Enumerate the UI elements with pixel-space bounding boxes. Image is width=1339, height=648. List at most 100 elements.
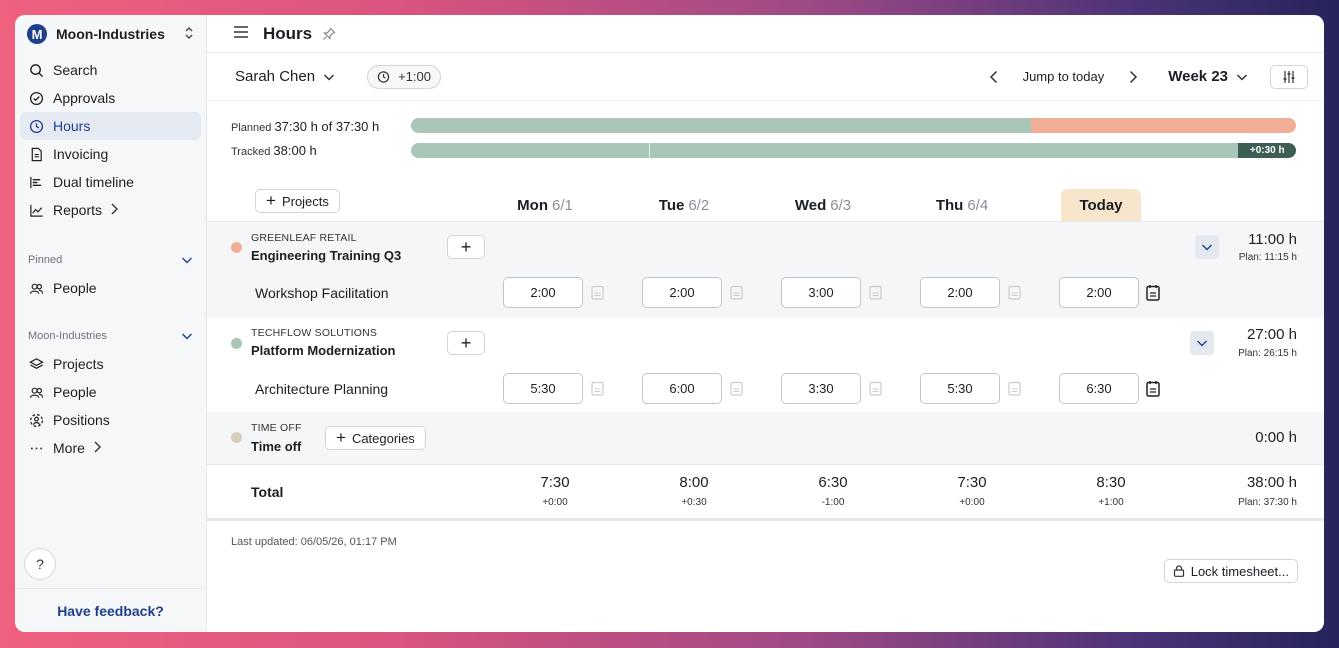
top-bar: Hours <box>207 15 1324 53</box>
hours-cell-today[interactable]: 2:00 <box>1059 277 1139 308</box>
section-title: Pinned <box>28 254 63 266</box>
project-plan-hours: Plan: 26:15 h <box>1238 348 1297 359</box>
diff-today: +1:00 <box>1098 497 1124 508</box>
hours-cell-mon[interactable]: 5:30 <box>503 373 583 404</box>
layers-icon <box>28 356 44 372</box>
planned-bar <box>411 118 1296 133</box>
project-block-greenleaf: GREENLEAF RETAIL Engineering Training Q3… <box>207 222 1324 317</box>
week-selector[interactable]: Week 23 <box>1168 68 1248 85</box>
pinned-section: Pinned People <box>15 250 206 302</box>
page-title: Hours <box>263 23 313 43</box>
project-name: Platform Modernization <box>251 343 396 358</box>
note-icon[interactable] <box>1008 381 1021 396</box>
sidebar-item-label: More <box>53 440 85 456</box>
chevron-updown-icon <box>184 26 194 42</box>
day-header-today: Today <box>1061 189 1141 221</box>
sidebar-item-label: Approvals <box>53 90 116 106</box>
sidebar-item-approvals[interactable]: Approvals <box>20 84 201 112</box>
clock-icon <box>28 118 44 134</box>
note-icon[interactable] <box>591 381 604 396</box>
planned-bar-fill <box>411 118 1031 133</box>
collapse-project-button[interactable] <box>1195 235 1219 259</box>
sidebar-item-dual-timeline[interactable]: Dual timeline <box>20 168 201 196</box>
plus-icon: + <box>336 428 346 447</box>
sidebar-item-hours[interactable]: Hours <box>20 112 201 140</box>
toolbar: Sarah Chen +1:00 Jump to today Week 23 <box>207 53 1324 101</box>
week-navigation: Jump to today Week 23 <box>987 64 1308 89</box>
planned-label: Planned <box>231 122 272 134</box>
chevron-right-icon <box>93 441 101 456</box>
day-name: Thu <box>935 196 964 214</box>
tracked-bar: +0:30 h <box>411 143 1296 158</box>
add-task-button[interactable]: + <box>447 331 485 355</box>
diff-thu: +0:00 <box>959 497 985 508</box>
day-date: 6/1 <box>551 196 573 214</box>
sidebar-item-pinned-people[interactable]: People <box>20 274 201 302</box>
divider <box>207 464 1324 465</box>
hours-cell-mon[interactable]: 2:00 <box>503 277 583 308</box>
note-icon[interactable] <box>869 285 882 300</box>
positions-icon <box>28 412 44 428</box>
day-header-wed: Wed 6/3 <box>783 189 863 221</box>
total-thu: 7:30 <box>957 474 987 491</box>
timeline-icon <box>28 174 44 190</box>
hours-cell-tue[interactable]: 2:00 <box>642 277 722 308</box>
search-icon <box>28 62 44 78</box>
sidebar: M Moon-Industries Search Approvals Hours… <box>15 15 207 632</box>
lock-timesheet-label: Lock timesheet... <box>1190 563 1289 579</box>
note-icon[interactable] <box>1146 284 1160 301</box>
grand-total: 38:00 h <box>1246 474 1297 491</box>
org-section-header[interactable]: Moon-Industries <box>15 326 206 346</box>
note-icon[interactable] <box>1008 285 1021 300</box>
user-selector[interactable]: Sarah Chen <box>235 68 335 85</box>
tracked-row: Tracked 38:00 h <box>231 143 317 158</box>
hours-cell-wed[interactable]: 3:00 <box>781 277 861 308</box>
plus-icon: + <box>460 236 472 257</box>
note-icon[interactable] <box>730 285 743 300</box>
add-task-button[interactable]: + <box>447 235 485 259</box>
diff-wed: -1:00 <box>821 497 845 508</box>
menu-icon[interactable] <box>233 25 249 42</box>
workspace-logo: M <box>27 24 47 44</box>
feedback-link[interactable]: Have feedback? <box>15 588 206 632</box>
project-total-hours: 11:00 h <box>1248 231 1297 248</box>
pin-icon[interactable] <box>322 26 336 41</box>
sidebar-item-people[interactable]: People <box>20 378 201 406</box>
total-wed: 6:30 <box>818 474 848 491</box>
hours-cell-thu[interactable]: 2:00 <box>920 277 1000 308</box>
help-button[interactable]: ? <box>24 548 56 580</box>
hours-cell-tue[interactable]: 6:00 <box>642 373 722 404</box>
lock-timesheet-button[interactable]: Lock timesheet... <box>1163 559 1298 583</box>
hours-cell-wed[interactable]: 3:30 <box>781 373 861 404</box>
time-offset-pill[interactable]: +1:00 <box>367 64 441 89</box>
sidebar-item-more[interactable]: More <box>20 434 201 462</box>
client-name: GREENLEAF RETAIL <box>251 232 357 244</box>
jump-to-today-button[interactable]: Jump to today <box>1023 69 1105 84</box>
tracked-bar-fill <box>411 143 1239 158</box>
total-today: 8:30 <box>1096 474 1126 491</box>
next-week-icon[interactable] <box>1126 70 1140 84</box>
collapse-project-button[interactable] <box>1190 331 1214 355</box>
hours-cell-today[interactable]: 6:30 <box>1059 373 1139 404</box>
day-header-mon: Mon 6/1 <box>505 189 585 221</box>
sidebar-item-projects[interactable]: Projects <box>20 350 201 378</box>
pinned-section-header[interactable]: Pinned <box>15 250 206 270</box>
add-categories-label: Categories <box>351 430 415 446</box>
hours-cell-thu[interactable]: 5:30 <box>920 373 1000 404</box>
note-icon[interactable] <box>869 381 882 396</box>
note-icon[interactable] <box>1146 380 1160 397</box>
note-icon[interactable] <box>730 381 743 396</box>
workspace-switcher[interactable]: M Moon-Industries <box>15 15 206 53</box>
add-categories-button[interactable]: + Categories <box>325 426 426 450</box>
sidebar-item-reports[interactable]: Reports <box>20 196 201 224</box>
sidebar-item-invoicing[interactable]: Invoicing <box>20 140 201 168</box>
sidebar-item-positions[interactable]: Positions <box>20 406 201 434</box>
add-projects-button[interactable]: + Projects <box>255 189 340 213</box>
day-date: 6/4 <box>967 196 989 214</box>
app-window: M Moon-Industries Search Approvals Hours… <box>15 15 1324 632</box>
sidebar-item-search[interactable]: Search <box>20 56 201 84</box>
note-icon[interactable] <box>591 285 604 300</box>
filter-button[interactable] <box>1270 64 1308 89</box>
timer-icon <box>377 71 390 83</box>
prev-week-icon[interactable] <box>987 70 1001 84</box>
